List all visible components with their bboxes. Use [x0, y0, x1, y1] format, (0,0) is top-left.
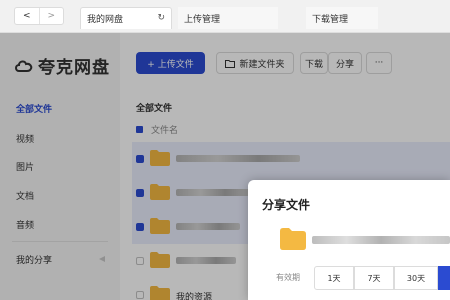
tab-my-drive[interactable]: 我的网盘 ↻ — [80, 7, 172, 29]
expiry-option-30-days[interactable]: 30天 — [394, 266, 438, 290]
refresh-icon[interactable]: ↻ — [157, 13, 165, 23]
folder-icon — [280, 228, 306, 250]
share-dialog: 分享文件 有效期 1天 7天 30天 — [248, 180, 450, 300]
tab-download-manager[interactable]: 下载管理 — [306, 7, 378, 29]
forward-button[interactable]: > — [38, 8, 64, 24]
tab-bar: < > 我的网盘 ↻ 上传管理 下载管理 — [0, 0, 450, 33]
tab-label: 下载管理 — [312, 14, 349, 25]
blurred-file-name — [312, 236, 450, 244]
dialog-title: 分享文件 — [262, 198, 311, 212]
back-button[interactable]: < — [15, 8, 39, 24]
tab-upload-manager[interactable]: 上传管理 — [178, 7, 278, 29]
expiry-option-1-day[interactable]: 1天 — [314, 266, 354, 290]
expiry-option-7-days[interactable]: 7天 — [354, 266, 394, 290]
tab-label: 我的网盘 — [87, 15, 124, 25]
expiry-label: 有效期 — [276, 273, 300, 282]
expiry-option-selected[interactable] — [438, 266, 450, 290]
nav-buttons: < > — [14, 7, 64, 25]
tab-label: 上传管理 — [184, 14, 221, 25]
